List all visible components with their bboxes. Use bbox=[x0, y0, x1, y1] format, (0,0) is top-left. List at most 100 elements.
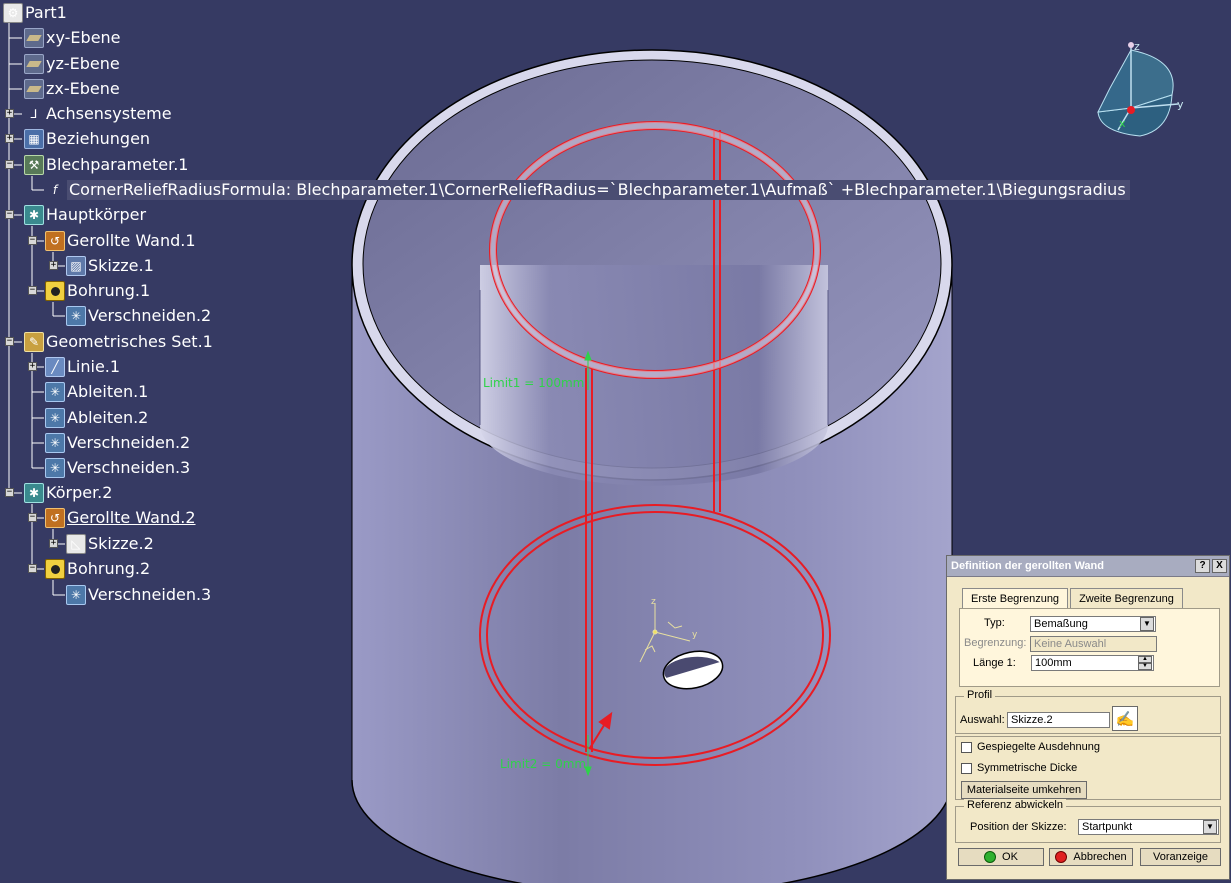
tree-item-xy-plane[interactable]: xy-Ebene bbox=[24, 27, 121, 49]
intersect-icon: ✳ bbox=[45, 458, 65, 478]
tree-item-intersect-2[interactable]: ✳ Verschneiden.2 bbox=[66, 305, 211, 327]
tab-first-limit[interactable]: Erste Begrenzung bbox=[962, 588, 1069, 609]
sketch-icon: ◺ bbox=[66, 534, 86, 554]
auswahl-field[interactable]: Skizze.2 bbox=[1007, 712, 1110, 728]
ok-button[interactable]: OK bbox=[958, 848, 1044, 866]
tree-item-intersect-3b[interactable]: ✳ Verschneiden.3 bbox=[66, 584, 211, 606]
compass-x-label: x bbox=[1119, 117, 1126, 130]
tree-item-label: Skizze.2 bbox=[88, 534, 154, 553]
tree-item-rolled-wall-1[interactable]: ↺ Gerollte Wand.1 bbox=[45, 230, 196, 252]
position-dropdown[interactable]: Startpunkt ▼ bbox=[1078, 819, 1219, 835]
derive-icon: ✳ bbox=[45, 408, 65, 428]
symmetrisch-checkbox[interactable] bbox=[961, 762, 972, 774]
material-side-button[interactable]: Materialseite umkehren bbox=[961, 781, 1087, 799]
tree-item-intersect-3[interactable]: ✳ Verschneiden.3 bbox=[45, 457, 190, 479]
tree-item-label: Beziehungen bbox=[46, 129, 151, 148]
rolled-wall-icon: ↺ bbox=[45, 231, 65, 251]
typ-dropdown[interactable]: Bemaßung ▼ bbox=[1030, 616, 1156, 632]
rolled-wall-icon: ↺ bbox=[45, 508, 65, 528]
tree-item-sheetmetal-parameters[interactable]: ⚒ Blechparameter.1 bbox=[24, 154, 188, 176]
axis-system-icon: ⅃ bbox=[30, 107, 38, 121]
limit1-label[interactable]: Limit1 = 100mm bbox=[483, 376, 584, 390]
tree-item-main-body[interactable]: ✱ Hauptkörper bbox=[24, 204, 146, 226]
sketch-axis-y-label: y bbox=[692, 630, 698, 640]
auswahl-label: Auswahl: bbox=[960, 714, 1005, 726]
plane-icon bbox=[24, 28, 44, 48]
chevron-down-icon[interactable]: ▼ bbox=[1203, 820, 1217, 834]
tree-item-formula[interactable]: f CornerReliefRadiusFormula: Blechparame… bbox=[45, 179, 1130, 201]
close-button[interactable]: X bbox=[1212, 559, 1227, 573]
symmetrisch-row[interactable]: Symmetrische Dicke bbox=[961, 762, 1077, 774]
tree-item-relations[interactable]: ▦ Beziehungen bbox=[24, 128, 150, 150]
tree-item-label: Skizze.1 bbox=[88, 256, 154, 275]
referenz-title: Referenz abwickeln bbox=[964, 799, 1066, 811]
laenge-input[interactable]: 100mm ▲ ▼ bbox=[1031, 655, 1154, 671]
tree-item-geometrical-set[interactable]: ✎ Geometrisches Set.1 bbox=[24, 331, 213, 353]
tree-item-zx-plane[interactable]: zx-Ebene bbox=[24, 78, 120, 100]
gespiegelt-checkbox[interactable] bbox=[961, 741, 972, 753]
preview-button[interactable]: Voranzeige bbox=[1140, 848, 1221, 866]
begrenzung-field: Keine Auswahl bbox=[1030, 636, 1157, 652]
tree-item-hole-1[interactable]: Bohrung.1 bbox=[45, 280, 150, 302]
chevron-down-icon[interactable]: ▼ bbox=[1140, 617, 1154, 631]
tab-second-limit[interactable]: Zweite Begrenzung bbox=[1070, 588, 1183, 609]
sketch-icon: ▨ bbox=[66, 256, 86, 276]
tree-item-line-1[interactable]: ╱ Linie.1 bbox=[45, 356, 120, 378]
formula-icon: f bbox=[52, 183, 58, 197]
dialog-titlebar[interactable]: Definition der gerollten Wand ? X bbox=[947, 556, 1229, 577]
tree-item-label: Verschneiden.3 bbox=[67, 458, 191, 477]
tree-item-sketch-1[interactable]: ▨ Skizze.1 bbox=[66, 255, 154, 277]
tree-item-label: yz-Ebene bbox=[46, 54, 120, 73]
position-label: Position der Skizze: bbox=[970, 821, 1067, 833]
tree-item-axis-systems[interactable]: ⅃ Achsensysteme bbox=[24, 103, 172, 125]
position-value: Startpunkt bbox=[1082, 821, 1133, 833]
tree-item-label: Part1 bbox=[25, 3, 67, 22]
derive-icon: ✳ bbox=[45, 382, 65, 402]
compass-icon[interactable] bbox=[1097, 42, 1179, 137]
cancel-button[interactable]: Abbrechen bbox=[1049, 848, 1133, 866]
tree-item-label: Bohrung.2 bbox=[67, 559, 151, 578]
tree-item-derive-1[interactable]: ✳ Ableiten.1 bbox=[45, 381, 148, 403]
tree-item-label: Körper.2 bbox=[46, 483, 113, 502]
tree-item-label: Bohrung.1 bbox=[67, 281, 151, 300]
gespiegelt-row[interactable]: Gespiegelte Ausdehnung bbox=[961, 741, 1100, 753]
tree-item-derive-2[interactable]: ✳ Ableiten.2 bbox=[45, 407, 148, 429]
laenge-label: Länge 1: bbox=[973, 657, 1016, 669]
hole-icon bbox=[45, 559, 65, 579]
tree-item-label: Ableiten.1 bbox=[67, 382, 149, 401]
begrenzung-value: Keine Auswahl bbox=[1034, 638, 1107, 650]
compass-z-label: z bbox=[1134, 40, 1140, 53]
tree-item-intersect-2b[interactable]: ✳ Verschneiden.2 bbox=[45, 432, 190, 454]
tree-item-label: Gerollte Wand.2 bbox=[67, 508, 196, 527]
tree-item-label: Ableiten.2 bbox=[67, 408, 149, 427]
tree-item-label: Linie.1 bbox=[67, 357, 121, 376]
help-button[interactable]: ? bbox=[1195, 559, 1210, 573]
intersect-icon: ✳ bbox=[45, 433, 65, 453]
sketch-edit-icon: ✍ bbox=[1115, 710, 1135, 728]
part-icon: ⚙ bbox=[3, 3, 23, 23]
intersect-icon: ✳ bbox=[66, 306, 86, 326]
tree-item-hole-2[interactable]: Bohrung.2 bbox=[45, 558, 150, 580]
sketch-edit-button[interactable]: ✍ bbox=[1112, 706, 1138, 731]
spinner-icon[interactable]: ▲ ▼ bbox=[1138, 656, 1152, 670]
tree-item-rolled-wall-2[interactable]: ↺ Gerollte Wand.2 bbox=[45, 507, 196, 529]
laenge-value: 100mm bbox=[1035, 657, 1072, 669]
tree-item-body-2[interactable]: ✱ Körper.2 bbox=[24, 482, 112, 504]
limit2-label[interactable]: Limit2 = 0mm bbox=[500, 757, 586, 771]
plane-icon bbox=[24, 79, 44, 99]
tree-item-label: Verschneiden.3 bbox=[88, 585, 212, 604]
ok-label: OK bbox=[1002, 851, 1018, 863]
tree-item-sketch-2[interactable]: ◺ Skizze.2 bbox=[66, 533, 154, 555]
relations-icon: ▦ bbox=[24, 129, 44, 149]
gespiegelt-label: Gespiegelte Ausdehnung bbox=[977, 741, 1100, 753]
tree-item-label: Verschneiden.2 bbox=[67, 433, 191, 452]
begrenzung-label: Begrenzung: bbox=[964, 637, 1027, 649]
tree-item-yz-plane[interactable]: yz-Ebene bbox=[24, 53, 120, 75]
tree-item-label: Verschneiden.2 bbox=[88, 306, 212, 325]
hole-icon bbox=[45, 281, 65, 301]
tree-item-label: Gerollte Wand.1 bbox=[67, 231, 196, 250]
typ-value: Bemaßung bbox=[1034, 618, 1088, 630]
line-icon: ╱ bbox=[45, 357, 65, 377]
tree-item-part1[interactable]: ⚙ Part1 bbox=[3, 2, 67, 24]
geometrical-set-icon: ✎ bbox=[24, 332, 44, 352]
